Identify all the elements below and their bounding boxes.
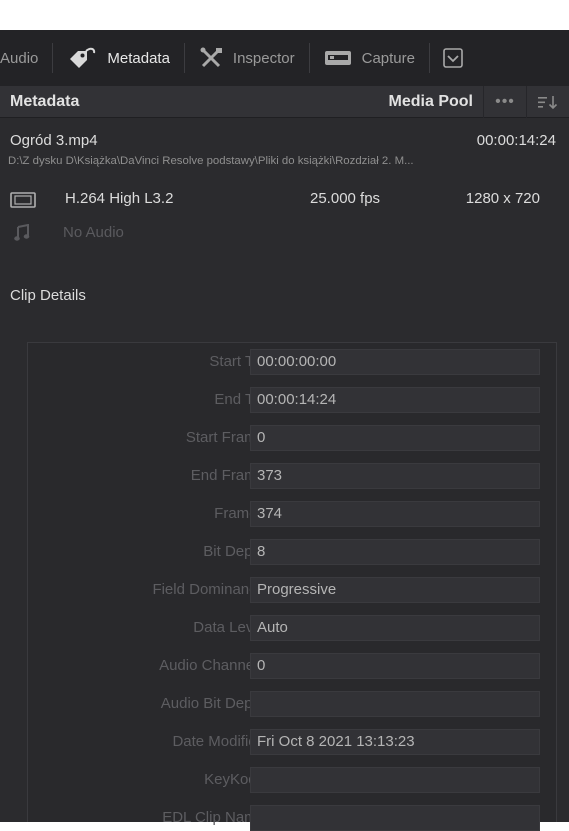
- field-value[interactable]: 0: [250, 653, 540, 679]
- field-field-dominance: Field Dominance Progressive: [28, 577, 556, 603]
- field-value[interactable]: Auto: [250, 615, 540, 641]
- chevron-down-box-icon: [442, 47, 464, 69]
- video-fps: 25.000 fps: [310, 190, 381, 207]
- field-date-modified: Date Modified Fri Oct 8 2021 13:13:23: [28, 729, 556, 755]
- video-codec: H.264 High L3.2: [65, 190, 174, 207]
- inspector-tools-icon: [199, 47, 223, 69]
- field-value[interactable]: 0: [250, 425, 540, 451]
- more-options-button[interactable]: •••: [483, 85, 526, 118]
- field-value[interactable]: [250, 805, 540, 831]
- tab-inspector[interactable]: Inspector: [185, 30, 309, 86]
- field-value[interactable]: 8: [250, 539, 540, 565]
- media-pool-button[interactable]: Media Pool: [389, 93, 473, 111]
- film-frame-icon: [10, 192, 36, 212]
- field-keykode: KeyKode: [28, 767, 556, 793]
- field-start-tc: Start TC 00:00:00:00: [28, 349, 556, 375]
- field-value[interactable]: 00:00:00:00: [250, 349, 540, 375]
- clip-path: D:\Z dysku D\Książka\DaVinci Resolve pod…: [8, 155, 414, 167]
- field-start-frame: Start Frame 0: [28, 425, 556, 451]
- field-value[interactable]: [250, 767, 540, 793]
- field-value[interactable]: [250, 691, 540, 717]
- audio-status: No Audio: [63, 224, 124, 241]
- field-edl-clip-name: EDL Clip Name: [28, 805, 556, 831]
- tab-bar: Audio Metadata Inspector Capture: [0, 30, 569, 87]
- field-value[interactable]: Fri Oct 8 2021 13:13:23: [250, 729, 540, 755]
- video-resolution: 1280 x 720: [465, 190, 540, 207]
- field-end-frame: End Frame 373: [28, 463, 556, 489]
- field-label: Field Dominance: [152, 581, 265, 598]
- clip-filename: Ogród 3.mp4: [10, 132, 98, 149]
- field-frames: Frames 374: [28, 501, 556, 527]
- tab-overflow-button[interactable]: [430, 30, 476, 86]
- field-value[interactable]: 373: [250, 463, 540, 489]
- panel-title: Metadata: [10, 92, 80, 110]
- clip-details-section: Clip Details Start TC 00:00:00:00 End TC…: [0, 266, 569, 831]
- field-value[interactable]: 00:00:14:24: [250, 387, 540, 413]
- music-note-icon: [14, 223, 30, 246]
- field-value[interactable]: 374: [250, 501, 540, 527]
- panel-header: Metadata Media Pool •••: [0, 85, 569, 118]
- capture-deck-icon: [324, 49, 352, 67]
- top-strip: [0, 0, 569, 30]
- metadata-app: Audio Metadata Inspector Capture Metadat…: [0, 0, 569, 831]
- clip-details-fields: Start TC 00:00:00:00 End TC 00:00:14:24 …: [27, 342, 557, 831]
- field-data-level: Data Level Auto: [28, 615, 556, 641]
- tab-audio[interactable]: Audio: [0, 30, 52, 86]
- metadata-tag-icon: [67, 47, 97, 69]
- sort-button[interactable]: [526, 85, 569, 118]
- field-bit-depth: Bit Depth 8: [28, 539, 556, 565]
- clip-summary: Ogród 3.mp4 00:00:14:24 D:\Z dysku D\Ksi…: [0, 118, 569, 267]
- audio-info-row: No Audio: [10, 222, 310, 244]
- tab-capture[interactable]: Capture: [310, 30, 429, 86]
- tab-label: Audio: [0, 49, 39, 67]
- video-info-row: H.264 High L3.2 25.000 fps 1280 x 720: [10, 188, 560, 212]
- clip-details-title: Clip Details: [10, 287, 86, 304]
- field-audio-channels: Audio Channels 0: [28, 653, 556, 679]
- field-audio-bit-depth: Audio Bit Depth: [28, 691, 556, 717]
- field-value[interactable]: Progressive: [250, 577, 540, 603]
- clip-duration: 00:00:14:24: [476, 132, 556, 149]
- tab-label: Inspector: [232, 49, 295, 67]
- tab-metadata[interactable]: Metadata: [53, 30, 184, 86]
- tab-label: Metadata: [107, 49, 170, 67]
- field-end-tc: End TC 00:00:14:24: [28, 387, 556, 413]
- sort-icon: [538, 95, 558, 109]
- tab-label: Capture: [361, 49, 415, 67]
